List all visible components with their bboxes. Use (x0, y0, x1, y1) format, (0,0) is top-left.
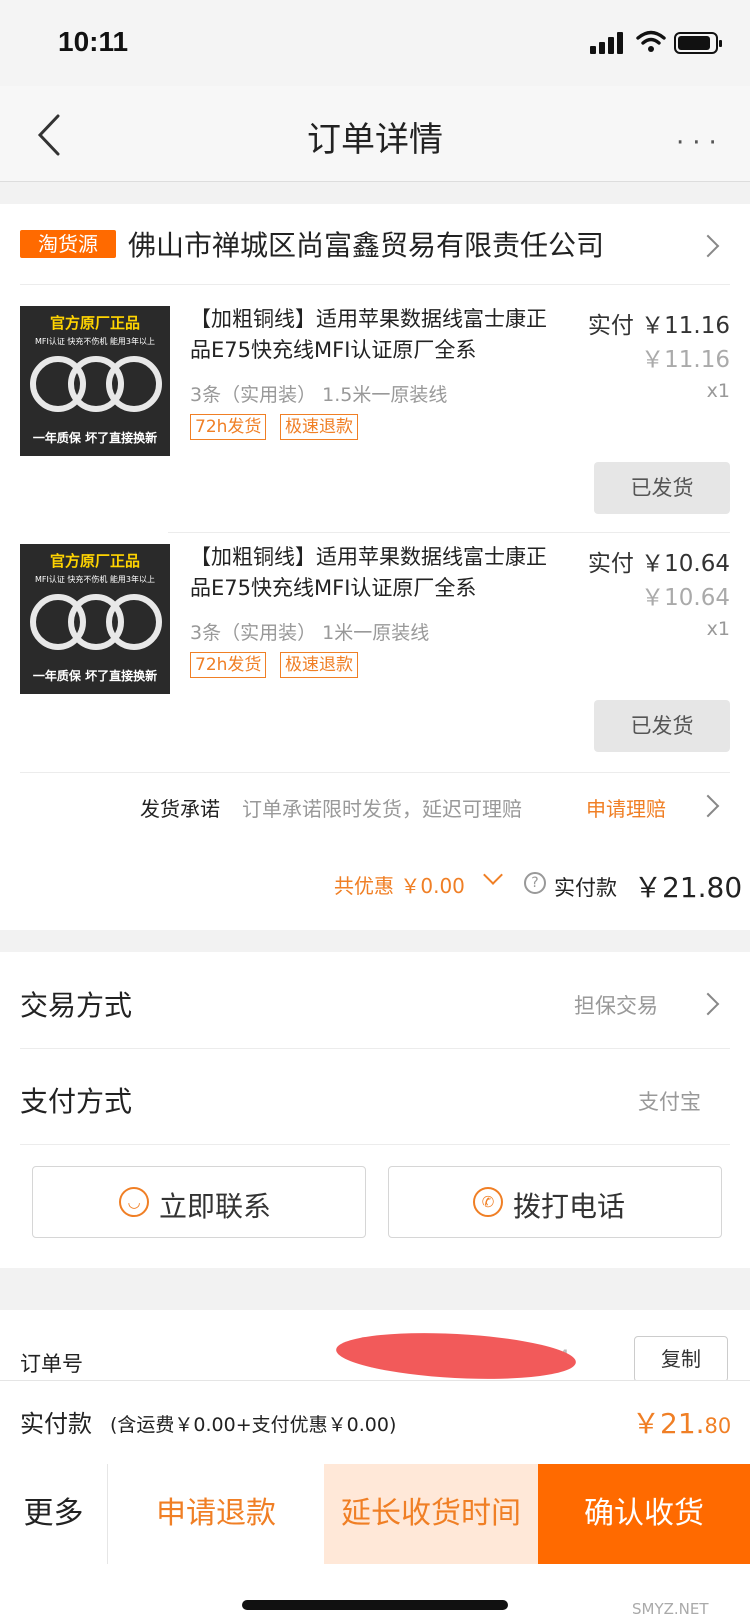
call-phone-button[interactable]: ✆ 拨打电话 (388, 1166, 722, 1238)
paid-total-label: 实付款 (554, 876, 617, 900)
product-title[interactable]: 【加粗铜线】适用苹果数据线富士康正品E75快充线MFI认证原厂全系 (190, 542, 560, 604)
extend-receipt-button[interactable]: 延长收货时间 (324, 1464, 538, 1564)
shop-name[interactable]: 佛山市禅城区尚富鑫贸易有限责任公司 (128, 224, 604, 264)
trade-method-label: 交易方式 (20, 989, 133, 1022)
page-title: 订单详情 (307, 120, 443, 160)
shipped-status-button[interactable]: 已发货 (594, 462, 730, 514)
divider (168, 532, 730, 533)
promise-text: 订单承诺限时发货，延迟可理赔 (242, 797, 522, 821)
divider (20, 284, 730, 285)
chat-icon: ◡ (119, 1187, 149, 1217)
signal-icon (590, 32, 626, 54)
shipped-status-button[interactable]: 已发货 (594, 700, 730, 752)
confirm-receipt-button[interactable]: 确认收货 (538, 1464, 750, 1564)
item-quantity: x1 (706, 380, 730, 402)
thumb-subtitle: MFI认证 快充不伤机 能用3年以上 (34, 337, 156, 346)
help-icon[interactable]: ? (524, 872, 546, 894)
summary-amount: ￥21.80 (632, 1402, 731, 1442)
item-quantity: x1 (706, 618, 730, 640)
item-paid-price: 实付 ￥11.16 (574, 306, 730, 340)
paid-label: 实付 (587, 313, 634, 339)
divider (20, 1048, 730, 1049)
paid-total-amount: ￥21.80 (634, 871, 743, 904)
summary-detail: (含运费￥0.00+支付优惠￥0.00) (110, 1414, 397, 1436)
call-label: 拨打电话 (513, 1190, 626, 1223)
summary-amount-cents: 80 (704, 1414, 732, 1438)
trade-method-value[interactable]: 担保交易 (574, 990, 658, 1020)
discount-total[interactable]: 共优惠 ￥0.00 (334, 870, 465, 899)
refund-button[interactable]: 申请退款 (108, 1464, 324, 1564)
product-tag: 72h发货 (190, 652, 267, 678)
thumb-subtitle: MFI认证 快充不伤机 能用3年以上 (34, 575, 156, 584)
wifi-icon (636, 30, 666, 52)
home-indicator[interactable] (242, 1600, 508, 1610)
shop-badge: 淘货源 (20, 230, 116, 258)
product-image[interactable]: 官方原厂正品 MFI认证 快充不伤机 能用3年以上 一年质保 坏了直接换新 (20, 306, 170, 456)
watermark: SMYZ.NET (632, 1600, 709, 1618)
product-spec: 3条（实用装） 1米一原装线 (190, 622, 430, 644)
summary-amount-main: ￥21. (632, 1407, 705, 1440)
thumb-bottom-text: 一年质保 坏了直接换新 (32, 669, 158, 683)
thumb-bottom-text: 一年质保 坏了直接换新 (32, 431, 158, 445)
more-button[interactable]: 更多 (0, 1464, 108, 1564)
product-tag: 极速退款 (280, 414, 358, 440)
item-original-price: ￥11.16 (641, 347, 730, 373)
product-title[interactable]: 【加粗铜线】适用苹果数据线富士康正品E75快充线MFI认证原厂全系 (190, 304, 560, 366)
item-original-price: ￥10.64 (641, 585, 730, 611)
summary-label: 实付款 (20, 1410, 92, 1438)
contact-seller-button[interactable]: ◡ 立即联系 (32, 1166, 366, 1238)
status-time: 10:11 (58, 26, 129, 57)
battery-icon (674, 32, 722, 54)
divider (20, 1144, 730, 1145)
more-icon[interactable]: ··· (676, 128, 725, 158)
copy-button[interactable]: 复制 (634, 1336, 728, 1382)
item-paid-price: 实付 ￥10.64 (574, 544, 730, 578)
payment-method-value: 支付宝 (638, 1090, 701, 1114)
product-tag: 极速退款 (280, 652, 358, 678)
product-spec: 3条（实用装） 1.5米一原装线 (190, 384, 448, 406)
paid-label: 实付 (587, 551, 634, 577)
product-image[interactable]: 官方原厂正品 MFI认证 快充不伤机 能用3年以上 一年质保 坏了直接换新 (20, 544, 170, 694)
thumb-title: 官方原厂正品 (49, 314, 140, 332)
promise-label: 发货承诺 (140, 797, 220, 821)
product-tag: 72h发货 (190, 414, 267, 440)
paid-price: ￥10.64 (641, 551, 730, 577)
thumb-title: 官方原厂正品 (49, 552, 140, 570)
phone-icon: ✆ (473, 1187, 503, 1217)
payment-method-label: 支付方式 (20, 1085, 133, 1118)
order-number-label: 订单号 (20, 1352, 83, 1376)
divider (20, 772, 730, 773)
contact-label: 立即联系 (159, 1190, 272, 1223)
claim-link[interactable]: 申请理赔 (586, 793, 666, 822)
paid-price: ￥11.16 (641, 313, 730, 339)
